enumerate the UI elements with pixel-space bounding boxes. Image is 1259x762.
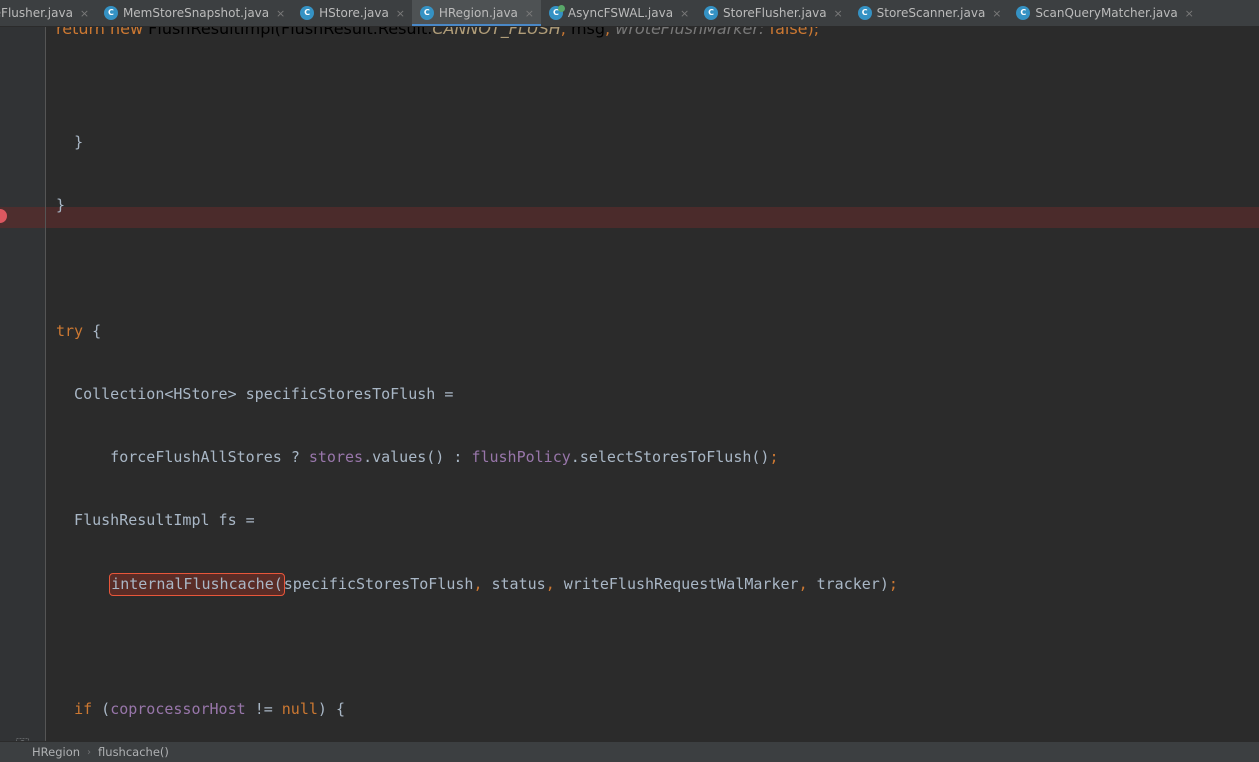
code-line-spacer bbox=[0, 69, 898, 90]
java-class-icon: C bbox=[704, 6, 718, 20]
code-line: } bbox=[0, 195, 898, 216]
java-class-icon: C bbox=[1016, 6, 1030, 20]
java-class-icon: C bbox=[104, 6, 118, 20]
close-icon[interactable]: × bbox=[991, 8, 1002, 19]
editor-tab-bar[interactable]: C reFlusher.java × C MemStoreSnapshot.ja… bbox=[0, 0, 1259, 27]
breadcrumb[interactable]: HRegion › flushcache() bbox=[0, 741, 1259, 762]
gutter-divider bbox=[45, 27, 46, 741]
tab-memstoresnapshot[interactable]: C MemStoreSnapshot.java × bbox=[96, 0, 292, 26]
close-icon[interactable]: × bbox=[679, 8, 690, 19]
java-class-icon: C bbox=[858, 6, 872, 20]
tab-storeflusher[interactable]: C StoreFlusher.java × bbox=[696, 0, 850, 26]
editor-gutter[interactable] bbox=[0, 27, 45, 741]
tab-label: AsyncFSWAL.java bbox=[568, 6, 673, 20]
tab-memstoreflusher[interactable]: C reFlusher.java × bbox=[0, 0, 96, 26]
close-icon[interactable]: × bbox=[395, 8, 406, 19]
code-line: FlushResultImpl fs = bbox=[0, 510, 898, 531]
code-editor[interactable]: return new FlushResultImpl(FlushResult.R… bbox=[0, 27, 1259, 741]
tab-scanquerymatcher[interactable]: C ScanQueryMatcher.java × bbox=[1008, 0, 1200, 26]
search-match-highlight: internalFlushcache( bbox=[109, 573, 285, 596]
close-icon[interactable]: × bbox=[524, 8, 535, 19]
code-line-breakpoint: internalFlushcache(specificStoresToFlush… bbox=[0, 573, 898, 594]
tab-hregion[interactable]: C HRegion.java × bbox=[412, 0, 541, 26]
tab-label: StoreFlusher.java bbox=[723, 6, 827, 20]
tab-asyncfswal[interactable]: C AsyncFSWAL.java × bbox=[541, 0, 696, 26]
java-class-icon: C bbox=[300, 6, 314, 20]
tab-label: StoreScanner.java bbox=[877, 6, 986, 20]
chevron-right-icon: › bbox=[87, 747, 91, 758]
breadcrumb-item-method[interactable]: flushcache() bbox=[98, 745, 169, 759]
tab-label: MemStoreSnapshot.java bbox=[123, 6, 269, 20]
tab-storescanner[interactable]: C StoreScanner.java × bbox=[850, 0, 1009, 26]
close-icon[interactable]: × bbox=[79, 8, 90, 19]
code-line: Collection<HStore> specificStoresToFlush… bbox=[0, 384, 898, 405]
close-icon[interactable]: × bbox=[275, 8, 286, 19]
tab-label: HStore.java bbox=[319, 6, 389, 20]
tab-label: reFlusher.java bbox=[0, 6, 73, 20]
code-line-blank bbox=[0, 636, 898, 657]
code-line-blank bbox=[0, 258, 898, 279]
tab-label: HRegion.java bbox=[439, 6, 518, 20]
java-class-icon: C bbox=[549, 6, 563, 20]
code-line: forceFlushAllStores ? stores.values() : … bbox=[0, 447, 898, 468]
close-icon[interactable]: × bbox=[1184, 8, 1195, 19]
tab-hstore[interactable]: C HStore.java × bbox=[292, 0, 412, 26]
tab-label: ScanQueryMatcher.java bbox=[1035, 6, 1177, 20]
breadcrumb-item-class[interactable]: HRegion bbox=[32, 745, 80, 759]
code-line: } bbox=[0, 132, 898, 153]
close-icon[interactable]: × bbox=[833, 8, 844, 19]
java-class-icon: C bbox=[420, 6, 434, 20]
code-line: if (coprocessorHost != null) { bbox=[0, 699, 898, 720]
code-line: try { bbox=[0, 321, 898, 342]
code-fold-icon[interactable] bbox=[16, 736, 29, 741]
code-content[interactable]: } } try { Collection<HStore> specificSto… bbox=[0, 27, 898, 741]
